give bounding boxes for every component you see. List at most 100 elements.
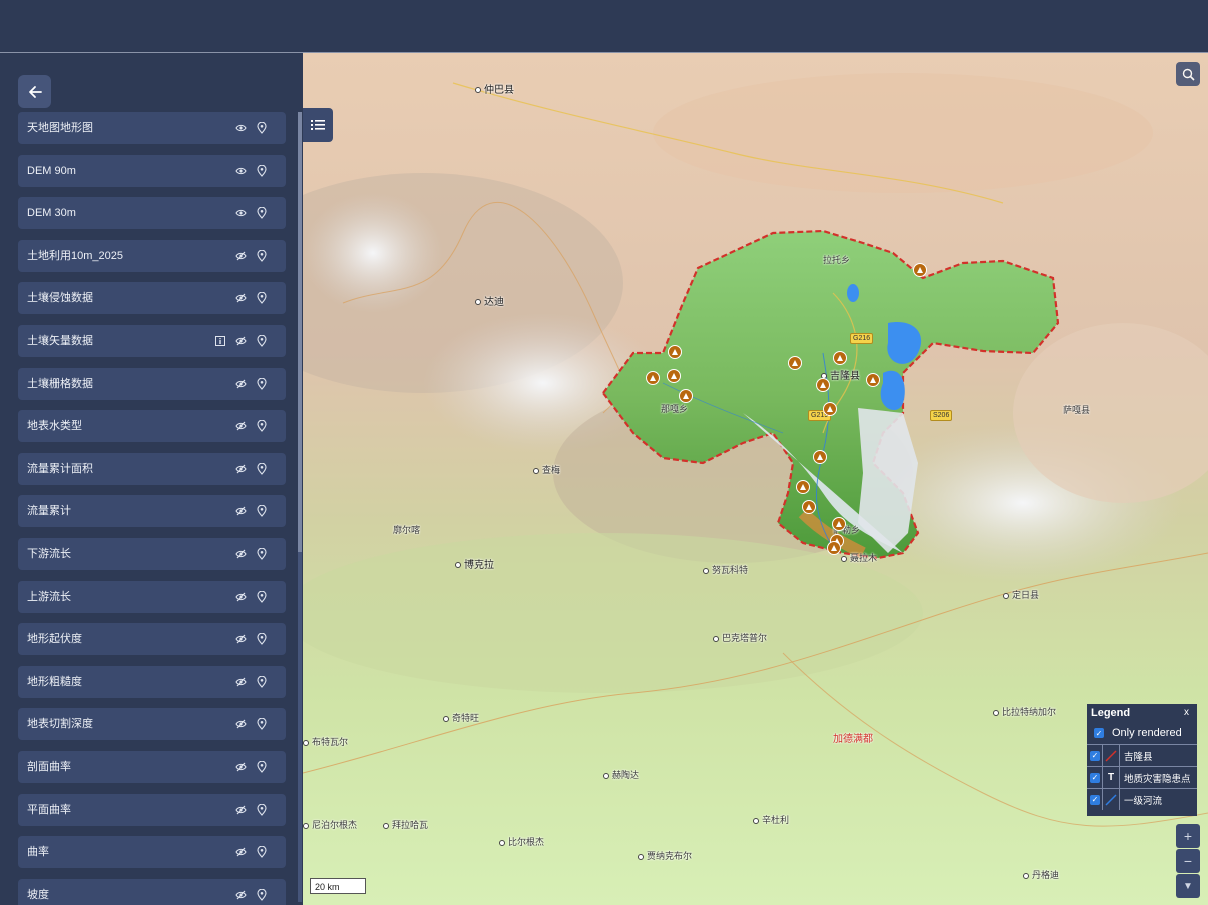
layer-item[interactable]: 地表切割深度 bbox=[18, 708, 286, 741]
locate-pin-icon[interactable] bbox=[255, 462, 269, 476]
layer-item[interactable]: 天地图地形图 bbox=[18, 112, 286, 144]
hazard-point-marker[interactable] bbox=[823, 402, 837, 416]
legend-close-button[interactable]: x bbox=[1184, 707, 1189, 718]
layer-item[interactable]: 曲率 bbox=[18, 836, 286, 869]
info-icon[interactable] bbox=[213, 334, 227, 348]
hazard-point-marker[interactable] bbox=[833, 351, 847, 365]
layer-label: 坡度 bbox=[27, 888, 49, 901]
locate-pin-icon[interactable] bbox=[255, 547, 269, 561]
locate-pin-icon[interactable] bbox=[255, 845, 269, 859]
eye-off-icon[interactable] bbox=[234, 249, 248, 263]
locate-pin-icon[interactable] bbox=[255, 377, 269, 391]
eye-off-icon[interactable] bbox=[234, 291, 248, 305]
legend-item-hazard[interactable]: ✓ T 地质灾害隐患点 bbox=[1087, 766, 1197, 788]
layer-toc-button[interactable] bbox=[303, 108, 333, 142]
collapse-nav-button[interactable]: ▼ bbox=[1176, 874, 1200, 898]
eye-icon[interactable] bbox=[234, 121, 248, 135]
eye-off-icon[interactable] bbox=[234, 419, 248, 433]
layer-item[interactable]: 土地利用10m_2025 bbox=[18, 239, 286, 272]
locate-pin-icon[interactable] bbox=[255, 888, 269, 902]
hazard-point-marker[interactable] bbox=[813, 450, 827, 464]
locate-pin-icon[interactable] bbox=[255, 590, 269, 604]
hazard-point-marker[interactable] bbox=[679, 389, 693, 403]
locate-pin-icon[interactable] bbox=[255, 504, 269, 518]
layer-item[interactable]: 剖面曲率 bbox=[18, 750, 286, 783]
layer-item[interactable]: DEM 30m bbox=[18, 197, 286, 230]
layer-item[interactable]: 坡度 bbox=[18, 878, 286, 905]
layer-label: 下游流长 bbox=[27, 547, 71, 560]
hazard-point-marker[interactable] bbox=[913, 263, 927, 277]
eye-off-icon[interactable] bbox=[234, 760, 248, 774]
layer-item[interactable]: 下游流长 bbox=[18, 537, 286, 570]
hazard-point-marker[interactable] bbox=[667, 369, 681, 383]
checkbox[interactable]: ✓ bbox=[1094, 728, 1104, 738]
eye-off-icon[interactable] bbox=[234, 803, 248, 817]
locate-pin-icon[interactable] bbox=[255, 249, 269, 263]
eye-off-icon[interactable] bbox=[234, 845, 248, 859]
layer-item[interactable]: 平面曲率 bbox=[18, 793, 286, 826]
eye-off-icon[interactable] bbox=[234, 462, 248, 476]
place-label: 比拉特纳加尔 bbox=[993, 705, 1056, 718]
eye-off-icon[interactable] bbox=[234, 547, 248, 561]
zoom-out-button[interactable]: − bbox=[1176, 849, 1200, 873]
locate-pin-icon[interactable] bbox=[255, 291, 269, 305]
locate-pin-icon[interactable] bbox=[255, 419, 269, 433]
legend-item-river[interactable]: ✓ 一级河流 bbox=[1087, 788, 1197, 810]
locate-pin-icon[interactable] bbox=[255, 632, 269, 646]
hazard-point-marker[interactable] bbox=[816, 378, 830, 392]
locate-pin-icon[interactable] bbox=[255, 717, 269, 731]
locate-pin-icon[interactable] bbox=[255, 206, 269, 220]
hazard-point-marker[interactable] bbox=[646, 371, 660, 385]
layer-item[interactable]: 地形粗糙度 bbox=[18, 665, 286, 698]
place-label: 定日县 bbox=[1003, 588, 1039, 601]
locate-pin-icon[interactable] bbox=[255, 121, 269, 135]
eye-off-icon[interactable] bbox=[234, 675, 248, 689]
eye-icon[interactable] bbox=[234, 164, 248, 178]
eye-off-icon[interactable] bbox=[234, 632, 248, 646]
layer-item[interactable]: 流量累计 bbox=[18, 495, 286, 528]
eye-off-icon[interactable] bbox=[234, 590, 248, 604]
locate-pin-icon[interactable] bbox=[255, 675, 269, 689]
layer-label: 土壤栅格数据 bbox=[27, 377, 93, 390]
hazard-point-marker[interactable] bbox=[802, 500, 816, 514]
hazard-point-marker[interactable] bbox=[668, 345, 682, 359]
checkbox[interactable]: ✓ bbox=[1090, 794, 1100, 805]
place-label: 萨嘎县 bbox=[1063, 405, 1091, 415]
eye-off-icon[interactable] bbox=[234, 334, 248, 348]
layer-item[interactable]: 土壤矢量数据 bbox=[18, 324, 286, 357]
map-view[interactable]: 仲巴县 拉托乡 吉隆县 那嘎乡 萨勒乡 聂拉木 达迪 查梅 博克拉 廓尔喀 努瓦… bbox=[303, 53, 1208, 905]
legend-item-label: 一级河流 bbox=[1124, 795, 1163, 807]
locate-pin-icon[interactable] bbox=[255, 334, 269, 348]
hazard-point-marker[interactable] bbox=[788, 356, 802, 370]
layer-item[interactable]: 上游流长 bbox=[18, 580, 286, 613]
layer-label: DEM 90m bbox=[27, 164, 76, 177]
layer-item[interactable]: 土壤栅格数据 bbox=[18, 367, 286, 400]
hazard-point-marker[interactable] bbox=[796, 480, 810, 494]
checkbox[interactable]: ✓ bbox=[1090, 772, 1100, 783]
eye-off-icon[interactable] bbox=[234, 504, 248, 518]
eye-icon[interactable] bbox=[234, 206, 248, 220]
map-canvas[interactable] bbox=[303, 53, 1208, 905]
eye-off-icon[interactable] bbox=[234, 888, 248, 902]
layer-item[interactable]: DEM 90m bbox=[18, 154, 286, 187]
legend-item-jilong[interactable]: ✓ 吉隆县 bbox=[1087, 744, 1197, 766]
legend-only-rendered[interactable]: ✓ Only rendered bbox=[1091, 727, 1182, 739]
back-button[interactable] bbox=[18, 75, 51, 108]
zoom-in-button[interactable]: + bbox=[1176, 824, 1200, 848]
place-label: 布特瓦尔 bbox=[303, 735, 348, 748]
eye-off-icon[interactable] bbox=[234, 377, 248, 391]
hazard-point-marker[interactable] bbox=[827, 541, 841, 555]
locate-pin-icon[interactable] bbox=[255, 760, 269, 774]
locate-pin-icon[interactable] bbox=[255, 164, 269, 178]
hazard-point-marker[interactable] bbox=[866, 373, 880, 387]
map-search-button[interactable] bbox=[1176, 62, 1200, 86]
layer-item[interactable]: 地表水类型 bbox=[18, 410, 286, 443]
layer-item[interactable]: 流量累计面积 bbox=[18, 452, 286, 485]
eye-off-icon[interactable] bbox=[234, 717, 248, 731]
checkbox[interactable]: ✓ bbox=[1090, 750, 1100, 761]
sidebar-scroll-thumb[interactable] bbox=[298, 112, 302, 552]
layer-item[interactable]: 土壤侵蚀数据 bbox=[18, 282, 286, 315]
hazard-point-marker[interactable] bbox=[832, 517, 846, 531]
locate-pin-icon[interactable] bbox=[255, 803, 269, 817]
layer-item[interactable]: 地形起伏度 bbox=[18, 623, 286, 656]
